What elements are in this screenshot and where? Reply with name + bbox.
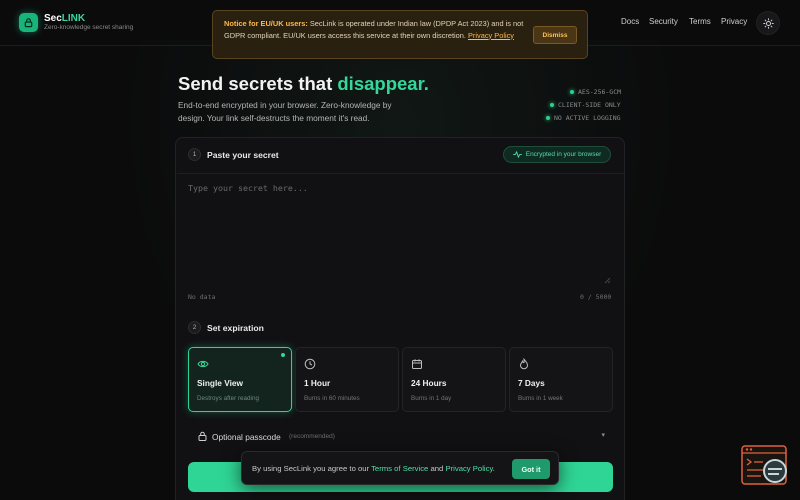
privacy-policy-link[interactable]: Privacy Policy [468,31,514,40]
secret-status: No data [188,293,216,301]
clock-icon [304,358,316,370]
tag-no-logging: NO ACTIVE LOGGING [546,114,621,122]
option-title: Single View [197,378,243,388]
paste-secret-label: Paste your secret [207,150,279,160]
selected-indicator [281,353,285,357]
cookie-consent-toast: By using SecLink you agree to our Terms … [241,451,559,485]
step-number-1: 1 [188,148,201,161]
option-title: 1 Hour [304,378,331,388]
option-subtitle: Burns in 60 minutes [304,395,360,402]
brand-name[interactable]: SecLINK [44,13,85,24]
notice-text: Notice for EU/UK users: SecLink is opera… [224,19,524,40]
status-dot-icon [570,90,574,94]
passcode-toggle[interactable]: Optional passcode (recommended) ▾ [188,426,613,446]
terms-of-service-link[interactable]: Terms of Service [371,464,428,473]
sun-icon [762,17,774,29]
expiry-option-7-days[interactable]: 7 Days Burns in 1 week [509,347,613,412]
nav-privacy[interactable]: Privacy [721,17,747,26]
char-counter: 0 / 5000 [580,293,612,301]
brand-tagline: Zero-knowledge secret sharing [44,24,134,31]
expiry-option-single-view[interactable]: Single View Destroys after reading [188,347,292,412]
status-dot-icon [546,116,550,120]
logo-icon[interactable] [19,13,38,32]
set-expiration-label: Set expiration [207,323,264,333]
tag-client-side: CLIENT-SIDE ONLY [550,101,621,109]
eu-uk-notice-banner: Notice for EU/UK users: SecLink is opera… [212,10,588,59]
flame-icon [519,358,529,370]
option-subtitle: Burns in 1 day [411,395,452,402]
encrypted-badge: Encrypted in your browser [503,146,611,163]
cookie-text: By using SecLink you agree to our Terms … [252,464,495,473]
secret-form-card: 1 Paste your secret Encrypted in your br… [175,137,625,500]
theme-toggle-button[interactable] [756,11,780,35]
nav-security[interactable]: Security [649,17,678,26]
step-number-2: 2 [188,321,201,334]
dismiss-button[interactable]: Dismiss [533,26,577,44]
status-dot-icon [550,103,554,107]
got-it-button[interactable]: Got it [512,459,550,479]
page-title: Send secrets that disappear. [178,73,429,94]
divider [177,173,625,174]
chevron-down-icon: ▾ [601,432,605,439]
resize-handle-icon[interactable] [604,277,611,284]
option-title: 24 Hours [411,378,447,388]
passcode-label: Optional passcode [212,432,281,442]
pulse-icon [512,151,522,158]
tag-aes: AES-256-GCM [570,88,621,96]
calendar-icon [412,359,422,369]
eye-icon [197,360,209,368]
option-title: 7 Days [518,378,545,388]
cookie-privacy-link[interactable]: Privacy Policy [445,464,492,473]
floating-help-widget-icon[interactable] [741,445,791,489]
nav-docs[interactable]: Docs [621,17,639,26]
expiry-option-24-hours[interactable]: 24 Hours Burns in 1 day [402,347,506,412]
secret-textarea[interactable]: Type your secret here... [188,183,613,283]
option-subtitle: Destroys after reading [197,395,259,402]
nav-terms[interactable]: Terms [689,17,711,26]
option-subtitle: Burns in 1 week [518,395,563,402]
expiry-option-1-hour[interactable]: 1 Hour Burns in 60 minutes [295,347,399,412]
passcode-hint: (recommended) [289,433,335,440]
lock-icon [198,431,207,441]
hero-description: End-to-end encrypted in your browser. Ze… [178,100,392,123]
